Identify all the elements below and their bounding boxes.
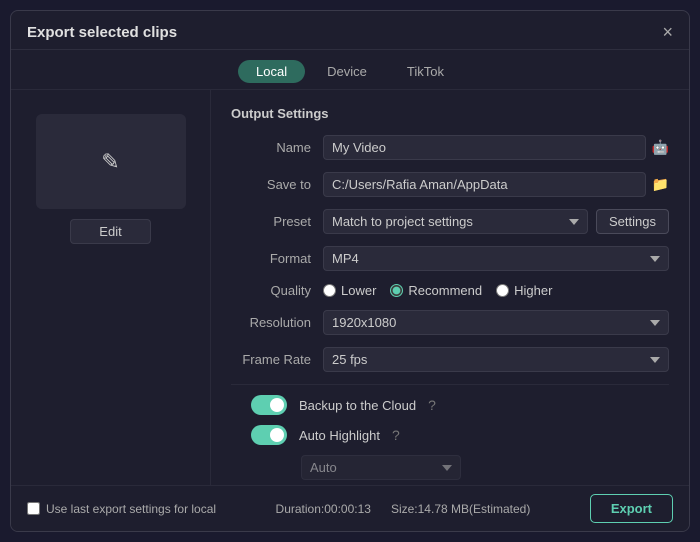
framerate-select[interactable]: 25 fps <box>323 347 669 372</box>
format-select[interactable]: MP4 <box>323 246 669 271</box>
quality-lower-label: Lower <box>341 283 376 298</box>
section-title: Output Settings <box>231 106 669 121</box>
quality-label: Quality <box>231 283 311 298</box>
dialog-footer: Use last export settings for local Durat… <box>11 485 689 531</box>
auto-highlight-row: Auto Highlight ? <box>231 425 669 445</box>
saveto-label: Save to <box>231 177 311 192</box>
close-button[interactable]: × <box>662 23 673 41</box>
dialog-body: ✎ Edit Output Settings Name 🤖 Save to 📁 <box>11 90 689 485</box>
settings-button[interactable]: Settings <box>596 209 669 234</box>
pencil-icon: ✎ <box>101 149 119 175</box>
preview-panel: ✎ Edit <box>11 90 211 485</box>
duration-label: Duration:00:00:13 <box>276 502 371 516</box>
name-row: Name 🤖 <box>231 135 669 160</box>
edit-button[interactable]: Edit <box>70 219 150 244</box>
export-dialog: Export selected clips × Local Device Tik… <box>10 10 690 532</box>
export-button[interactable]: Export <box>590 494 673 523</box>
folder-icon[interactable]: 📁 <box>652 176 669 193</box>
tab-bar: Local Device TikTok <box>11 50 689 90</box>
resolution-select[interactable]: 1920x1080 <box>323 310 669 335</box>
framerate-label: Frame Rate <box>231 352 311 367</box>
name-input-group: 🤖 <box>323 135 669 160</box>
auto-highlight-help-icon[interactable]: ? <box>392 427 400 443</box>
saveto-input[interactable] <box>323 172 646 197</box>
size-label: Size:14.78 MB(Estimated) <box>391 502 530 516</box>
dialog-header: Export selected clips × <box>11 11 689 50</box>
auto-select[interactable]: Auto <box>301 455 461 480</box>
preview-thumbnail: ✎ <box>36 114 186 209</box>
tab-device[interactable]: Device <box>309 60 385 83</box>
quality-recommend[interactable]: Recommend <box>390 283 482 298</box>
backup-cloud-help-icon[interactable]: ? <box>428 397 436 413</box>
quality-options: Lower Recommend Higher <box>323 283 669 298</box>
backup-cloud-label: Backup to the Cloud <box>299 398 416 413</box>
format-label: Format <box>231 251 311 266</box>
backup-cloud-toggle[interactable] <box>251 395 287 415</box>
backup-cloud-row: Backup to the Cloud ? <box>231 395 669 415</box>
ai-icon[interactable]: 🤖 <box>652 139 669 156</box>
footer-center: Duration:00:00:13 Size:14.78 MB(Estimate… <box>276 502 531 516</box>
format-row: Format MP4 <box>231 246 669 271</box>
divider <box>231 384 669 385</box>
framerate-row: Frame Rate 25 fps <box>231 347 669 372</box>
use-last-settings-checkbox[interactable]: Use last export settings for local <box>27 502 216 516</box>
preset-row: Preset Match to project settings Setting… <box>231 209 669 234</box>
tab-local[interactable]: Local <box>238 60 305 83</box>
preset-select[interactable]: Match to project settings <box>323 209 588 234</box>
auto-select-row: Auto <box>231 455 669 480</box>
name-input[interactable] <box>323 135 646 160</box>
resolution-label: Resolution <box>231 315 311 330</box>
settings-panel: Output Settings Name 🤖 Save to 📁 Pres <box>211 90 689 485</box>
preset-label: Preset <box>231 214 311 229</box>
preset-input-group: Match to project settings Settings <box>323 209 669 234</box>
footer-left: Use last export settings for local <box>27 502 216 516</box>
auto-highlight-toggle[interactable] <box>251 425 287 445</box>
saveto-row: Save to 📁 <box>231 172 669 197</box>
quality-lower[interactable]: Lower <box>323 283 376 298</box>
saveto-input-group: 📁 <box>323 172 669 197</box>
name-label: Name <box>231 140 311 155</box>
quality-recommend-label: Recommend <box>408 283 482 298</box>
dialog-title: Export selected clips <box>27 24 177 41</box>
use-last-settings-input[interactable] <box>27 502 40 515</box>
use-last-settings-label: Use last export settings for local <box>46 502 216 516</box>
quality-higher[interactable]: Higher <box>496 283 552 298</box>
quality-row: Quality Lower Recommend Higher <box>231 283 669 298</box>
resolution-row: Resolution 1920x1080 <box>231 310 669 335</box>
auto-highlight-label: Auto Highlight <box>299 428 380 443</box>
quality-higher-label: Higher <box>514 283 552 298</box>
tab-tiktok[interactable]: TikTok <box>389 60 462 83</box>
